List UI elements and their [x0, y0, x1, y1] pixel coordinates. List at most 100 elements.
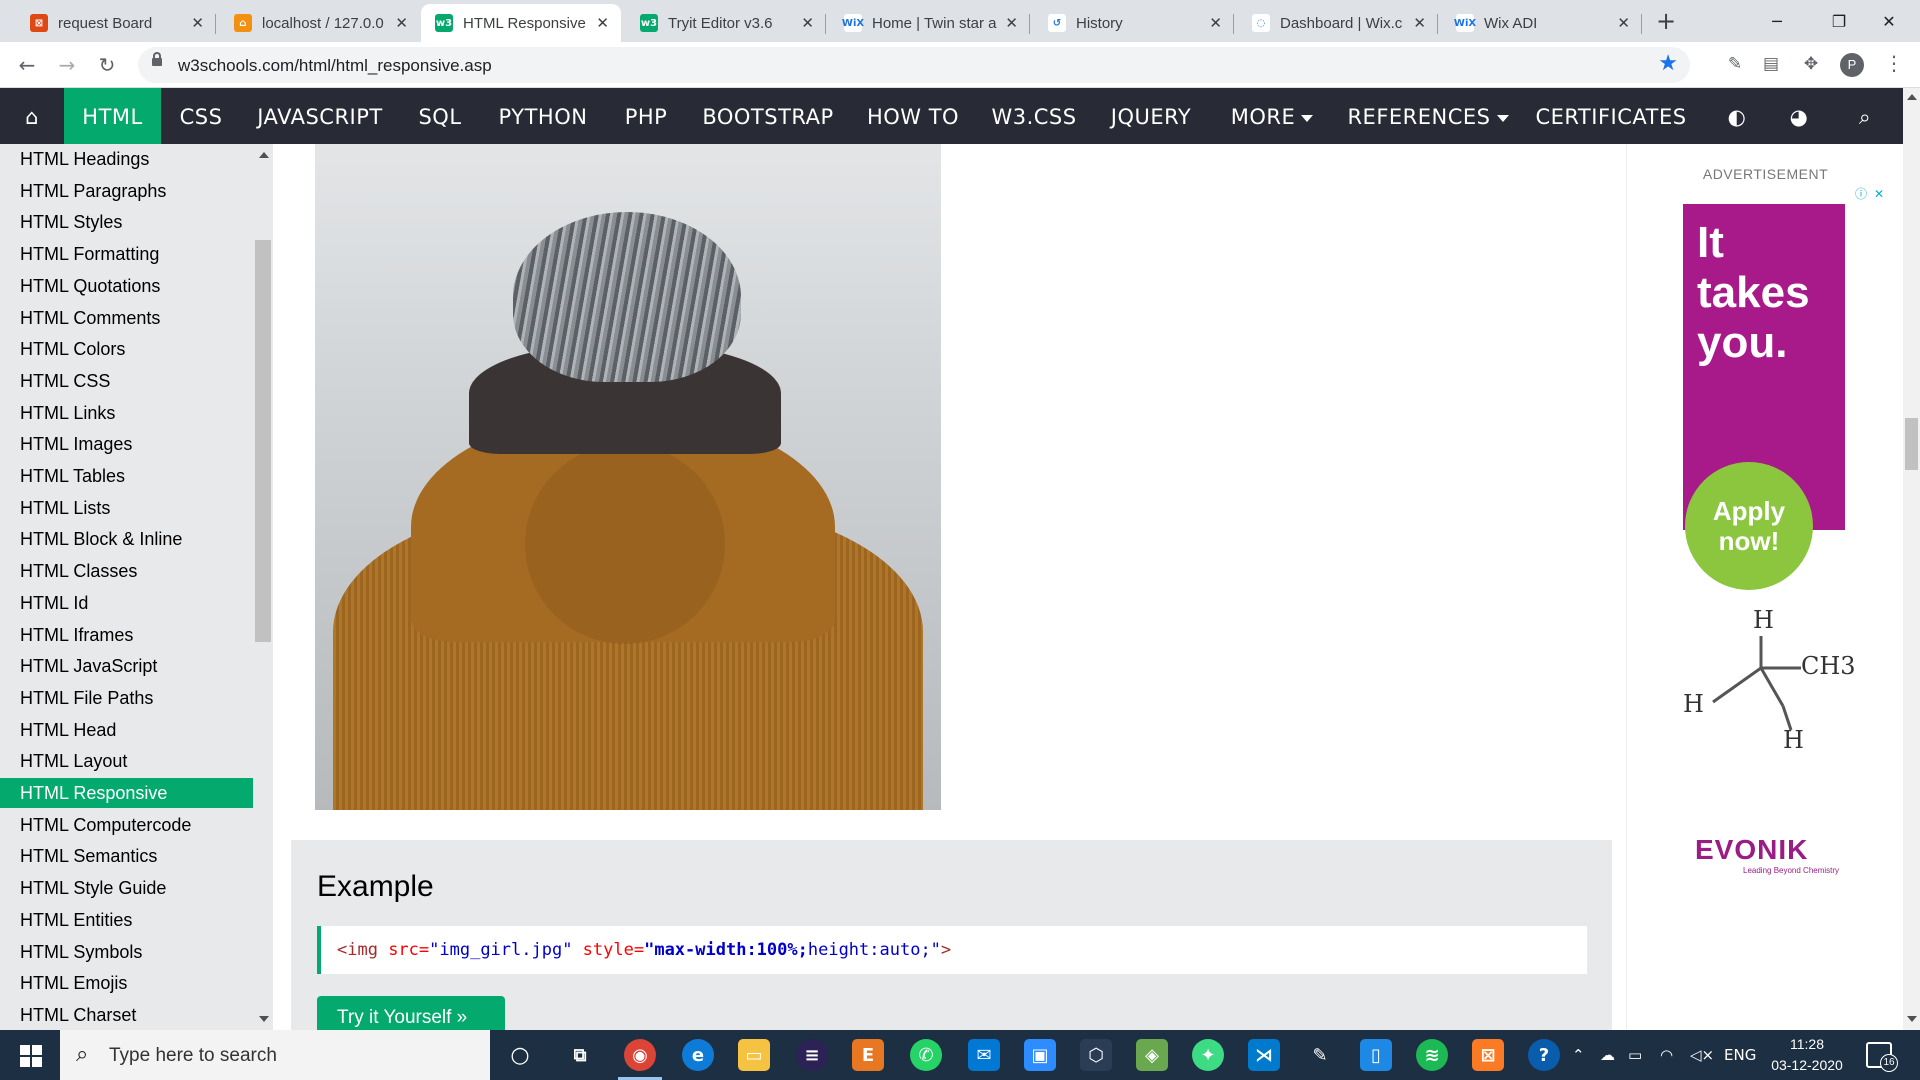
sidebar-item-html-id[interactable]: HTML Id — [0, 588, 253, 618]
topnav-python[interactable]: PYTHON — [488, 88, 598, 144]
clock[interactable]: 11:28 03-12-2020 — [1762, 1034, 1852, 1076]
sidebar-item-html-semantics[interactable]: HTML Semantics — [0, 841, 253, 871]
task-view-icon[interactable]: ⧉ — [564, 1039, 596, 1071]
volume-muted-icon[interactable]: ◁× — [1690, 1030, 1714, 1080]
forward-icon[interactable]: → — [52, 50, 82, 80]
sidebar-item-html-responsive[interactable]: HTML Responsive — [0, 778, 253, 808]
topnav-references[interactable]: REFERENCES — [1344, 88, 1512, 144]
spotify-icon[interactable]: ≋ — [1416, 1039, 1448, 1071]
taskbar-search-box[interactable]: ⌕ Type here to search — [60, 1030, 490, 1080]
sidebar-item-html-images[interactable]: HTML Images — [0, 429, 253, 459]
tab-close-icon[interactable]: ✕ — [1005, 14, 1018, 32]
sidebar-item-html-lists[interactable]: HTML Lists — [0, 493, 253, 523]
topnav-w3css[interactable]: W3.CSS — [984, 88, 1084, 144]
topnav-html[interactable]: HTML — [64, 88, 161, 144]
sidebar-item-html-block-inline[interactable]: HTML Block & Inline — [0, 524, 253, 554]
tab-close-icon[interactable]: ✕ — [801, 14, 814, 32]
try-it-yourself-button[interactable]: Try it Yourself » — [317, 996, 505, 1030]
topnav-javascript[interactable]: JAVASCRIPT — [250, 88, 390, 144]
mail-icon[interactable]: ✉ — [968, 1039, 1000, 1071]
browser-tab[interactable]: WiX Wix ADI ✕ — [1442, 4, 1642, 42]
whatsapp-icon[interactable]: ✆ — [910, 1039, 942, 1071]
browser-tab[interactable]: ◌ Dashboard | Wix.c ✕ — [1238, 4, 1438, 42]
windows-start-icon[interactable] — [0, 1030, 60, 1080]
scroll-down-icon[interactable] — [259, 1016, 269, 1022]
ad-choices[interactable]: ⓘ ✕ — [1853, 186, 1887, 202]
browser-tab[interactable]: ⌂ localhost / 127.0.0 ✕ — [220, 4, 420, 42]
eclipse-icon[interactable]: ≡ — [796, 1039, 828, 1071]
help-icon[interactable]: ? — [1528, 1039, 1560, 1071]
search-icon[interactable]: ⌕ — [1848, 88, 1882, 144]
xampp-icon[interactable]: ⊠ — [1472, 1039, 1504, 1071]
minimize-button[interactable]: ─ — [1746, 0, 1808, 42]
topnav-php[interactable]: PHP — [616, 88, 676, 144]
sidebar-item-html-style-guide[interactable]: HTML Style Guide — [0, 873, 253, 903]
page-scroll-thumb[interactable] — [1905, 418, 1918, 470]
topnav-more[interactable]: MORE — [1218, 88, 1326, 144]
topnav-css[interactable]: CSS — [173, 88, 229, 144]
sidebar-item-html-headings[interactable]: HTML Headings — [0, 144, 253, 174]
sidebar-item-html-formatting[interactable]: HTML Formatting — [0, 239, 253, 269]
edge-icon[interactable]: e — [682, 1039, 714, 1071]
sidebar-item-html-styles[interactable]: HTML Styles — [0, 207, 253, 237]
browser-menu-icon[interactable]: ⋮ — [1884, 51, 1904, 75]
sidebar-item-html-computercode[interactable]: HTML Computercode — [0, 810, 253, 840]
extensions-puzzle-icon[interactable]: ✥ — [1800, 54, 1822, 76]
topnav-bootstrap[interactable]: BOOTSTRAP — [694, 88, 842, 144]
browser-tab[interactable]: w3 HTML Responsive ✕ — [421, 4, 621, 42]
tab-close-icon[interactable]: ✕ — [395, 14, 408, 32]
home-icon[interactable]: ⌂ — [0, 88, 64, 144]
phone-app-icon[interactable]: ▯ — [1360, 1039, 1392, 1071]
sidebar-item-html-paragraphs[interactable]: HTML Paragraphs — [0, 176, 253, 206]
android-studio-icon[interactable]: ✦ — [1192, 1039, 1224, 1071]
lock-icon[interactable] — [152, 52, 162, 66]
profile-avatar[interactable]: P — [1840, 53, 1864, 77]
extension-translate-icon[interactable]: ▤ — [1760, 54, 1782, 76]
topnav-jquery[interactable]: JQUERY — [1102, 88, 1200, 144]
tab-close-icon[interactable]: ✕ — [596, 14, 609, 32]
ad-apply-button[interactable]: Apply now! — [1685, 462, 1813, 590]
zoom-icon[interactable]: ▣ — [1024, 1039, 1056, 1071]
sidebar-item-html-css[interactable]: HTML CSS — [0, 366, 253, 396]
browser-tab[interactable]: WiX Home | Twin star a ✕ — [830, 4, 1030, 42]
ad-info-icon[interactable]: ⓘ — [1853, 186, 1869, 202]
battery-icon[interactable]: ▭ — [1628, 1030, 1642, 1080]
tab-close-icon[interactable]: ✕ — [191, 14, 204, 32]
browser-tab[interactable]: ↺ History ✕ — [1034, 4, 1234, 42]
onedrive-cloud-icon[interactable]: ☁ — [1600, 1030, 1615, 1080]
scroll-down-icon[interactable] — [1907, 1016, 1917, 1022]
contrast-icon[interactable]: ◐ — [1720, 88, 1754, 144]
file-explorer-icon[interactable]: ▭ — [738, 1039, 770, 1071]
topnav-how-to[interactable]: HOW TO — [860, 88, 966, 144]
sidebar-item-html-file-paths[interactable]: HTML File Paths — [0, 683, 253, 713]
address-bar[interactable]: w3schools.com/html/html_responsive.asp ★ — [138, 47, 1690, 83]
wifi-icon[interactable]: ◠ — [1660, 1030, 1673, 1080]
sidebar-item-html-tables[interactable]: HTML Tables — [0, 461, 253, 491]
sidebar-item-html-charset[interactable]: HTML Charset — [0, 1000, 253, 1030]
close-window-button[interactable]: ✕ — [1858, 0, 1920, 42]
sidebar-item-html-head[interactable]: HTML Head — [0, 715, 253, 745]
sidebar-item-html-classes[interactable]: HTML Classes — [0, 556, 253, 586]
topnav-sql[interactable]: SQL — [410, 88, 470, 144]
sidebar-item-html-links[interactable]: HTML Links — [0, 398, 253, 428]
sidebar-item-html-entities[interactable]: HTML Entities — [0, 905, 253, 935]
bookmark-star-icon[interactable]: ★ — [1658, 51, 1678, 76]
sidebar-item-html-quotations[interactable]: HTML Quotations — [0, 271, 253, 301]
tab-close-icon[interactable]: ✕ — [1209, 14, 1222, 32]
sidebar-item-html-comments[interactable]: HTML Comments — [0, 303, 253, 333]
cortana-icon[interactable]: ○ — [504, 1039, 536, 1071]
sidebar-item-html-colors[interactable]: HTML Colors — [0, 334, 253, 364]
back-icon[interactable]: ← — [12, 50, 42, 80]
scroll-up-icon[interactable] — [259, 152, 269, 158]
new-tab-button[interactable]: + — [1652, 8, 1680, 36]
notes-app-icon[interactable]: ✎ — [1304, 1039, 1336, 1071]
browser-tab[interactable]: w3 Tryit Editor v3.6 ✕ — [626, 4, 826, 42]
editor-e-icon[interactable]: E — [852, 1039, 884, 1071]
layers-app-icon[interactable]: ◈ — [1136, 1039, 1168, 1071]
browser-tab[interactable]: ⊠ request Board ✕ — [16, 4, 216, 42]
sidebar-item-html-javascript[interactable]: HTML JavaScript — [0, 651, 253, 681]
sidebar-item-html-emojis[interactable]: HTML Emojis — [0, 968, 253, 998]
scroll-up-icon[interactable] — [1907, 94, 1917, 100]
sidebar-item-html-symbols[interactable]: HTML Symbols — [0, 937, 253, 967]
reload-icon[interactable]: ↻ — [92, 50, 122, 80]
